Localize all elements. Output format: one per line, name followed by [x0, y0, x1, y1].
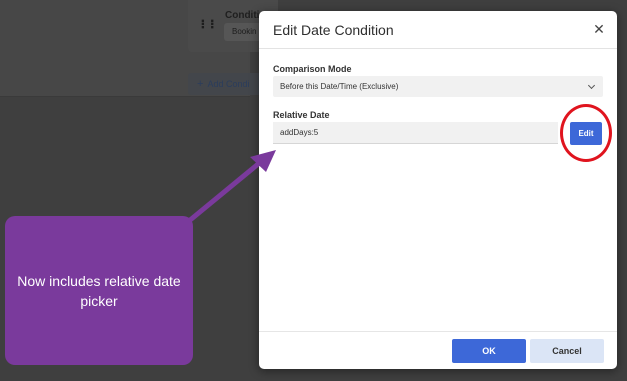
comparison-mode-label: Comparison Mode: [273, 64, 352, 74]
background-condition-label: Conditi: [225, 10, 260, 21]
comparison-mode-select[interactable]: Before this Date/Time (Exclusive): [273, 76, 603, 97]
close-icon[interactable]: ✕: [591, 21, 607, 37]
relative-date-label: Relative Date: [273, 110, 330, 120]
edit-date-condition-modal: Edit Date Condition ✕ Comparison Mode Be…: [259, 11, 617, 369]
modal-title: Edit Date Condition: [273, 22, 394, 38]
callout-box: Now includes relative date picker: [5, 216, 193, 365]
add-condition-label: Add Condi: [207, 79, 250, 89]
cancel-button[interactable]: Cancel: [530, 339, 604, 363]
edit-relative-date-button[interactable]: Edit: [570, 122, 602, 145]
drag-handle-icon: ⠇⠇: [200, 18, 219, 32]
comparison-mode-value: Before this Date/Time (Exclusive): [280, 82, 399, 91]
plus-icon: +: [197, 78, 204, 90]
modal-footer: OK Cancel: [259, 331, 617, 369]
ok-button[interactable]: OK: [452, 339, 526, 363]
relative-date-input[interactable]: [273, 122, 558, 144]
chevron-down-icon: [587, 81, 596, 90]
add-condition-button: + Add Condi: [188, 73, 268, 95]
modal-header: Edit Date Condition ✕: [259, 11, 617, 49]
callout-text: Now includes relative date picker: [17, 272, 181, 309]
